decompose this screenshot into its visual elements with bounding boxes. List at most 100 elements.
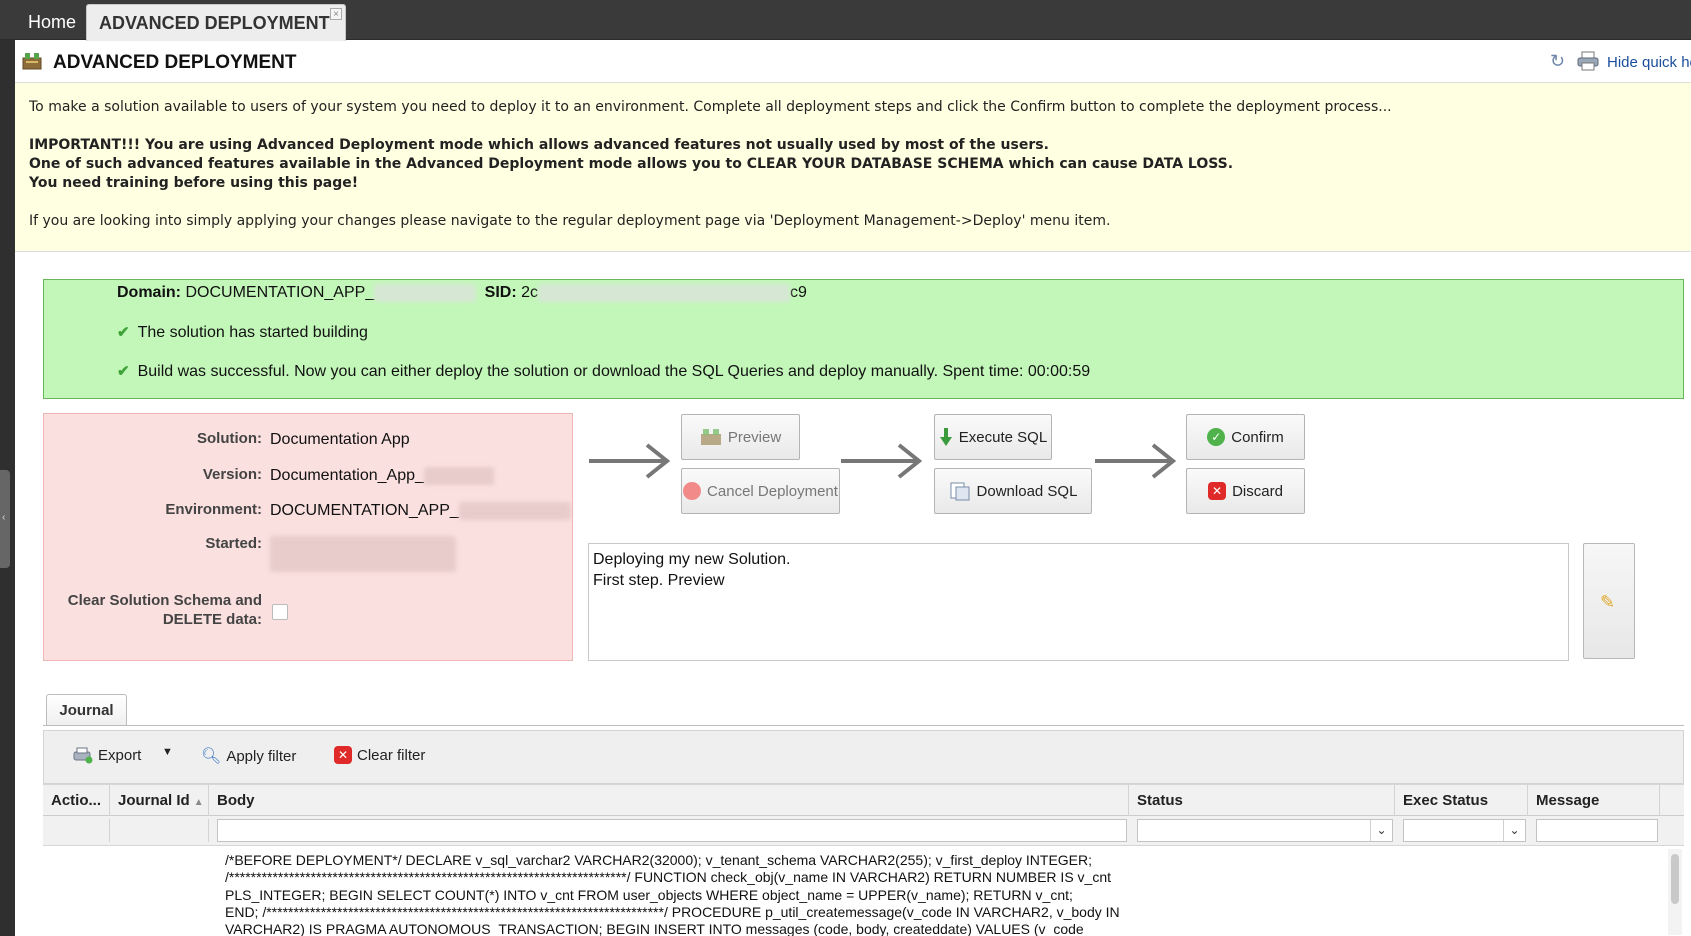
table-row-body[interactable]: /*BEFORE DEPLOYMENT*/ DECLARE v_sql_varc… bbox=[225, 852, 1145, 936]
chevron-left-icon: ‹ bbox=[2, 512, 6, 523]
apply-filter-button[interactable]: 🔍︎ Apply filter bbox=[201, 746, 296, 766]
message-filter-input[interactable] bbox=[1536, 819, 1658, 842]
scrollbar-thumb[interactable] bbox=[1671, 854, 1679, 904]
help-important-1: IMPORTANT!!! You are using Advanced Depl… bbox=[29, 137, 1049, 153]
download-arrow-icon bbox=[939, 428, 952, 446]
arrow-right-icon bbox=[589, 443, 671, 479]
preview-icon bbox=[700, 429, 721, 445]
solution-info-panel: Solution: Documentation App Version: Doc… bbox=[43, 413, 573, 661]
deployment-app-icon bbox=[22, 53, 42, 70]
notes-line-1: Deploying my new Solution. bbox=[593, 551, 791, 568]
clear-schema-label-2: DELETE data: bbox=[162, 611, 262, 628]
confirm-label: Confirm bbox=[1231, 428, 1284, 446]
export-dropdown-icon[interactable]: ▼ bbox=[162, 746, 173, 758]
quick-help-panel: To make a solution available to users of… bbox=[15, 83, 1691, 252]
build-status-panel: Domain: DOCUMENTATION_APP_ SID: 2c c9 ✔ Th… bbox=[43, 279, 1684, 399]
body-filter-input[interactable] bbox=[217, 819, 1127, 842]
arrow-right-icon bbox=[1095, 443, 1177, 479]
checkmark-icon: ✔ bbox=[117, 363, 130, 380]
solution-value: Documentation App bbox=[270, 431, 410, 448]
environment-value: DOCUMENTATION_APP_ bbox=[270, 502, 459, 520]
redacted-version bbox=[423, 467, 494, 485]
arrow-right-icon bbox=[841, 443, 923, 479]
domain-value: DOCUMENTATION_APP_ bbox=[185, 284, 375, 302]
help-regular-deploy: If you are looking into simply applying … bbox=[29, 213, 1111, 229]
help-important-2: One of such advanced features available … bbox=[29, 156, 1234, 172]
environment-label: Environment: bbox=[165, 501, 262, 518]
filter-spacer bbox=[110, 819, 209, 842]
discard-x-icon: ✕ bbox=[1208, 482, 1227, 500]
status-message-1: The solution has started building bbox=[137, 324, 368, 341]
cancel-deployment-button[interactable]: Cancel Deployment bbox=[681, 468, 840, 514]
sid-label: SID: bbox=[484, 284, 517, 302]
vertical-scrollbar[interactable] bbox=[1668, 849, 1682, 935]
sid-prefix: 2c bbox=[521, 284, 539, 302]
edit-notes-button[interactable]: ✎ bbox=[1583, 543, 1635, 659]
clear-schema-label: Clear Solution Schema and DELETE data: bbox=[68, 591, 262, 629]
sort-ascending-icon: ▲ bbox=[193, 797, 204, 808]
redacted-environment bbox=[458, 502, 571, 520]
collapse-handle[interactable]: ‹ bbox=[0, 470, 10, 568]
clear-schema-checkbox[interactable] bbox=[272, 604, 288, 620]
journal-grid-header: Actio... Journal Id ▲ Body Status Exec St… bbox=[43, 784, 1684, 816]
journal-toolbar: Export ▼ 🔍︎ Apply filter ✕ Clear filter bbox=[43, 730, 1684, 784]
tab-home[interactable]: Home bbox=[16, 4, 88, 40]
export-button[interactable]: Export bbox=[73, 746, 141, 764]
left-rail: ‹ bbox=[0, 0, 15, 936]
journal-filter-row: ⌄ ⌄ bbox=[43, 816, 1684, 846]
column-journal-id[interactable]: Journal Id ▲ bbox=[110, 785, 209, 816]
column-message[interactable]: Message bbox=[1528, 785, 1660, 816]
page-header: ADVANCED DEPLOYMENT ↻ Hide quick he bbox=[15, 41, 1691, 83]
execute-sql-label: Execute SQL bbox=[958, 428, 1048, 446]
clear-filter-label: Clear filter bbox=[357, 746, 426, 764]
clear-filter-button[interactable]: ✕ Clear filter bbox=[334, 746, 425, 764]
version-value: Documentation_App_ bbox=[270, 467, 424, 485]
tab-journal[interactable]: Journal bbox=[46, 694, 127, 726]
confirm-check-icon: ✓ bbox=[1207, 428, 1226, 446]
deployment-notes-textarea[interactable]: Deploying my new Solution. First step. P… bbox=[588, 543, 1569, 661]
solution-label: Solution: bbox=[197, 430, 262, 447]
clear-schema-label-1: Clear Solution Schema and bbox=[67, 592, 262, 609]
journal-tab-divider bbox=[43, 725, 1684, 726]
close-tab-icon[interactable]: × bbox=[330, 8, 342, 20]
export-icon bbox=[73, 747, 93, 764]
confirm-button[interactable]: ✓ Confirm bbox=[1186, 414, 1305, 460]
column-body[interactable]: Body bbox=[209, 785, 1129, 816]
cancel-icon bbox=[683, 482, 702, 500]
tab-label: ADVANCED DEPLOYMENT bbox=[99, 13, 330, 33]
discard-label: Discard bbox=[1232, 482, 1283, 500]
page-title: ADVANCED DEPLOYMENT bbox=[53, 52, 297, 73]
checkmark-icon: ✔ bbox=[117, 324, 130, 341]
status-message-2: Build was successful. Now you can either… bbox=[137, 363, 1091, 380]
status-filter-select[interactable]: ⌄ bbox=[1137, 819, 1393, 842]
preview-button[interactable]: Preview bbox=[681, 414, 800, 460]
export-label: Export bbox=[98, 746, 142, 764]
clear-filter-icon: ✕ bbox=[334, 746, 352, 764]
column-actions[interactable]: Actio... bbox=[43, 785, 110, 816]
exec-status-filter-select[interactable]: ⌄ bbox=[1403, 819, 1526, 842]
discard-button[interactable]: ✕ Discard bbox=[1186, 468, 1305, 514]
tab-advanced-deployment[interactable]: ADVANCED DEPLOYMENT × bbox=[86, 4, 346, 41]
refresh-icon[interactable]: ↻ bbox=[1550, 51, 1565, 72]
version-label: Version: bbox=[202, 466, 262, 483]
sid-suffix: c9 bbox=[790, 284, 807, 302]
redacted-sid bbox=[538, 284, 791, 302]
apply-filter-label: Apply filter bbox=[226, 747, 297, 765]
chevron-down-icon: ⌄ bbox=[1370, 820, 1392, 841]
cancel-deployment-label: Cancel Deployment bbox=[707, 482, 838, 500]
redacted-started bbox=[270, 536, 456, 572]
journal-grid-body: /*BEFORE DEPLOYMENT*/ DECLARE v_sql_varc… bbox=[43, 847, 1684, 936]
download-sql-label: Download SQL bbox=[976, 482, 1078, 500]
search-icon: 🔍︎ bbox=[201, 748, 222, 765]
download-sql-button[interactable]: Download SQL bbox=[934, 468, 1092, 514]
chevron-down-icon: ⌄ bbox=[1503, 820, 1525, 841]
edit-notes-icon: ✎ bbox=[1600, 592, 1616, 612]
execute-sql-button[interactable]: Execute SQL bbox=[934, 414, 1052, 460]
print-icon[interactable] bbox=[1577, 51, 1599, 71]
column-status[interactable]: Status bbox=[1129, 785, 1395, 816]
hide-quick-help-link[interactable]: Hide quick he bbox=[1607, 54, 1691, 71]
filter-spacer bbox=[43, 819, 110, 842]
domain-label: Domain: bbox=[117, 284, 181, 302]
started-label: Started: bbox=[205, 535, 262, 552]
column-exec-status[interactable]: Exec Status bbox=[1395, 785, 1528, 816]
